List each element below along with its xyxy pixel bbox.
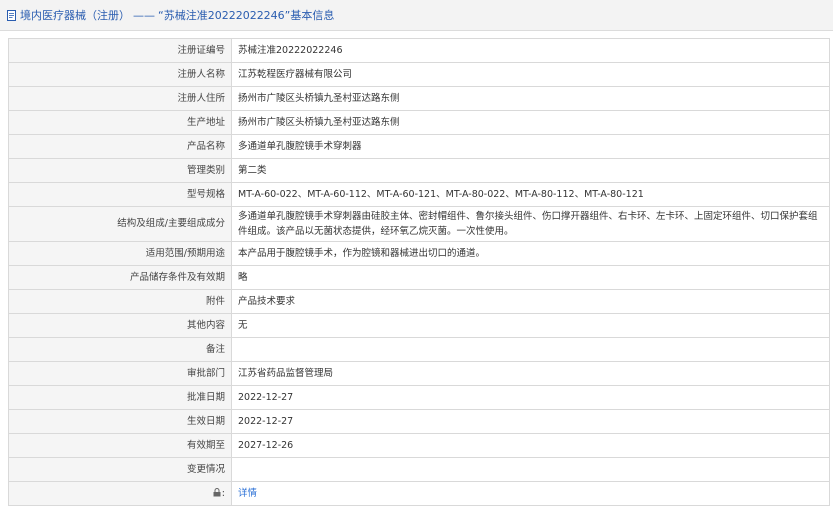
field-value: 多通道单孔腹腔镜手术穿刺器由硅胶主体、密封帽组件、鲁尔接头组件、伤口撑开器组件、… [231,206,830,242]
details-link[interactable]: 详情 [238,488,257,499]
details-cell: 详情 [231,481,830,506]
header-title: 境内医疗器械（注册） [20,9,130,22]
field-label: 产品名称 [8,134,232,159]
field-value: 第二类 [231,158,830,183]
table-row: 生产地址 扬州市广陵区头桥镇九圣村亚达路东侧 [8,110,830,135]
field-value: 本产品用于腹腔镜手术，作为腔镜和器械进出切口的通道。 [231,241,830,266]
field-label: 结构及组成/主要组成成分 [8,206,232,242]
field-label: 生产地址 [8,110,232,135]
field-value: 无 [231,313,830,338]
table-row-details: : 详情 [8,481,830,506]
field-value: 扬州市广陵区头桥镇九圣村亚达路东侧 [231,110,830,135]
field-label: 审批部门 [8,361,232,386]
details-label: : [8,481,232,506]
field-label: 生效日期 [8,409,232,434]
table-row: 管理类别 第二类 [8,158,830,183]
field-value: 江苏乾程医疗器械有限公司 [231,62,830,87]
table-row: 其他内容无 [8,313,830,338]
field-label: 变更情况 [8,457,232,482]
detail-table: 注册证编号 苏械注准20222022246 注册人名称 江苏乾程医疗器械有限公司 注册人… [8,38,830,506]
page-header: 境内医疗器械（注册） —— “苏械注准20222022246”基本信息 [0,0,833,31]
field-value [231,457,830,482]
table-row: 注册证编号 苏械注准20222022246 [8,38,830,63]
field-value: 江苏省药品监督管理局 [231,361,830,386]
field-value [231,337,830,362]
field-value: 产品技术要求 [231,289,830,314]
field-label: 其他内容 [8,313,232,338]
field-value: MT-A-60-022、MT-A-60-112、MT-A-60-121、MT-A… [231,182,830,207]
table-row: 注册人名称 江苏乾程医疗器械有限公司 [8,62,830,87]
lock-icon [213,487,221,496]
table-row: 审批部门 江苏省药品监督管理局 [8,361,830,386]
header-subtitle: “苏械注准20222022246”基本信息 [158,9,335,22]
field-label: 备注 [8,337,232,362]
field-label: 产品储存条件及有效期 [8,265,232,290]
field-label: 注册人住所 [8,86,232,111]
field-label: 批准日期 [8,385,232,410]
table-row: 有效期至 2027-12-26 [8,433,830,458]
field-value: 多通道单孔腹腔镜手术穿刺器 [231,134,830,159]
table-row: 变更情况 [8,457,830,482]
field-label: 适用范围/预期用途 [8,241,232,266]
field-value: 2027-12-26 [231,433,830,458]
header-separator: —— [133,8,155,22]
document-icon [7,9,16,21]
table-row: 附件 产品技术要求 [8,289,830,314]
table-row: 产品储存条件及有效期略 [8,265,830,290]
field-label: 管理类别 [8,158,232,183]
table-row: 产品名称 多通道单孔腹腔镜手术穿刺器 [8,134,830,159]
table-row: 注册人住所 扬州市广陵区头桥镇九圣村亚达路东侧 [8,86,830,111]
table-row: 备注 [8,337,830,362]
table-row: 适用范围/预期用途 本产品用于腹腔镜手术，作为腔镜和器械进出切口的通道。 [8,241,830,266]
field-label: 型号规格 [8,182,232,207]
field-value: 略 [231,265,830,290]
field-label: 附件 [8,289,232,314]
table-row: 生效日期 2022-12-27 [8,409,830,434]
field-value: 扬州市广陵区头桥镇九圣村亚达路东侧 [231,86,830,111]
field-value: 2022-12-27 [231,409,830,434]
field-label: 注册证编号 [8,38,232,63]
field-label: 有效期至 [8,433,232,458]
field-label: 注册人名称 [8,62,232,87]
table-row: 型号规格 MT-A-60-022、MT-A-60-112、MT-A-60-121、… [8,182,830,207]
table-row: 批准日期 2022-12-27 [8,385,830,410]
field-value: 2022-12-27 [231,385,830,410]
table-row: 结构及组成/主要组成成分 多通道单孔腹腔镜手术穿刺器由硅胶主体、密封帽组件、鲁尔接… [8,206,830,242]
field-value: 苏械注准20222022246 [231,38,830,63]
